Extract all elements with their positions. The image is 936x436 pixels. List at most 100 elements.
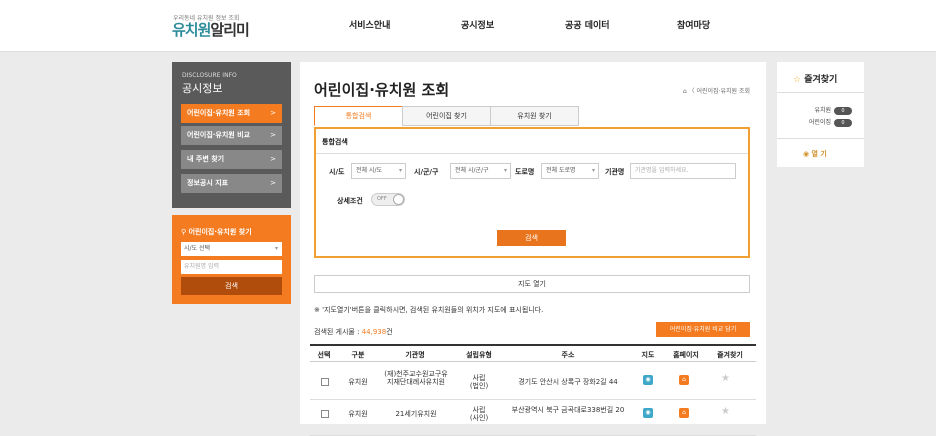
divider	[777, 138, 864, 139]
detail-condition-label: 상세조건	[337, 197, 363, 205]
home-icon[interactable]: ⌂	[679, 408, 689, 418]
add-compare-button[interactable]: 어린이집·유치원 비교 담기	[656, 322, 750, 337]
favorites-open-button[interactable]: ◉ 열 기	[803, 149, 827, 159]
sidebar-item-search[interactable]: 어린이집·유치원 조회 >	[181, 104, 282, 123]
map-pin-icon[interactable]: ◉	[643, 408, 653, 418]
open-map-button[interactable]: 지도 열기	[314, 275, 750, 293]
th-estab: 설립유형	[466, 351, 492, 359]
th-homepage: 홈페이지	[673, 351, 699, 359]
main-content: 어린이집·유치원 조회 ⌂ 〈 어린이집·유치원 조회 통합검색 어린이집 찾기…	[300, 62, 766, 436]
org-label: 기관명	[605, 168, 625, 176]
road-label: 도로명	[515, 168, 535, 176]
nav-public-data[interactable]: 공공 데이터	[565, 18, 610, 31]
favorite-label: 유치원	[814, 107, 831, 114]
chevron-right-icon: >	[270, 179, 276, 187]
sido-value: 전체 시/도	[356, 167, 383, 174]
sigungu-label: 시/군/구	[414, 168, 439, 176]
sidebar-item-label: 내 주변 찾기	[187, 155, 225, 163]
th-name: 기관명	[405, 351, 425, 359]
sidebar-item-nearby[interactable]: 내 주변 찾기 >	[181, 150, 282, 169]
favorite-label: 어린이집	[808, 119, 831, 126]
favorite-count-badge: 0	[834, 119, 852, 127]
nav-disclosure[interactable]: 공시정보	[461, 18, 494, 31]
row-checkbox[interactable]	[321, 410, 329, 418]
site-header: 우리동네 유치원 정보 조회 유치원알리미 서비스안내 공시정보 공공 데이터 …	[0, 0, 936, 52]
count-suffix: 건	[386, 328, 393, 336]
finder-search-button[interactable]: 검색	[181, 277, 282, 295]
star-icon[interactable]: ★	[721, 406, 730, 417]
chevron-right-icon: >	[270, 109, 276, 117]
nav-participation[interactable]: 참여마당	[677, 18, 710, 31]
road-value: 전체 도로명	[546, 167, 576, 174]
th-type: 구분	[351, 351, 365, 359]
favorite-kindergarten[interactable]: 유치원 0	[814, 105, 852, 115]
th-favorite: 즐겨찾기	[717, 351, 743, 359]
finder-title-text: 어린이집·유치원 찾기	[188, 228, 252, 236]
breadcrumb[interactable]: ⌂ 〈 어린이집·유치원 조회	[683, 86, 750, 95]
tab-integrated-search[interactable]: 통합검색	[314, 106, 403, 126]
row-checkbox[interactable]	[321, 378, 329, 386]
road-select[interactable]: 전체 도로명 ▾	[541, 163, 599, 179]
nav-service-info[interactable]: 서비스안내	[349, 18, 390, 31]
th-map: 지도	[641, 351, 655, 359]
toggle-state: OFF	[377, 196, 387, 202]
favorite-count-badge: 0	[834, 107, 852, 115]
favorites-title-text: 즐겨찾기	[804, 75, 838, 85]
row-estab: 사립 (법인)	[469, 374, 489, 390]
divider	[316, 153, 748, 154]
sido-label: 시/도	[329, 168, 345, 176]
map-note: ※ '지도열기'버튼을 클릭하시면, 검색된 유치원들의 위치가 지도에 표시됩…	[314, 306, 544, 314]
finder-region-value: 시/도 선택	[184, 245, 211, 252]
result-count: 검색된 게시물 : 44,938건	[314, 327, 393, 337]
star-icon[interactable]: ★	[721, 373, 730, 384]
sidebar-item-indicators[interactable]: 정보공시 지표 >	[181, 174, 282, 193]
row-address: 부산광역시 북구 금곡대로338번길 20	[511, 406, 625, 414]
quick-finder: ⚲ 어린이집·유치원 찾기 시/도 선택 ▾ 유치원명 입력 검색	[172, 215, 291, 304]
table-header: 선택 구분 기관명 설립유형 주소 지도 홈페이지 즐겨찾기	[310, 344, 756, 362]
finder-name-input[interactable]: 유치원명 입력	[181, 260, 282, 274]
sidebar-title: 공시정보	[182, 82, 223, 95]
favorite-daycare[interactable]: 어린이집 0	[809, 117, 852, 127]
search-button[interactable]: 검색	[497, 230, 566, 246]
count-prefix: 검색된 게시물 :	[314, 328, 362, 336]
sidebar-item-compare[interactable]: 어린이집·유치원 비교 >	[181, 126, 282, 145]
logo-part-1: 유치원	[172, 21, 211, 39]
sidebar-item-label: 정보공시 지표	[187, 179, 229, 187]
th-address: 주소	[561, 351, 575, 359]
map-pin-icon[interactable]: ◉	[643, 375, 653, 385]
th-select: 선택	[317, 351, 331, 359]
logo-part-2: 알리미	[210, 21, 249, 39]
site-logo[interactable]: 유치원알리미	[172, 19, 250, 40]
home-icon[interactable]: ⌂	[679, 375, 689, 385]
finder-title: ⚲ 어린이집·유치원 찾기	[181, 227, 252, 237]
sidebar-item-label: 어린이집·유치원 비교	[187, 131, 251, 139]
row-type: 유치원	[348, 410, 368, 418]
toggle-knob	[393, 194, 404, 205]
table-row: 유치원 (재)천주교수원교구유지재단대례사유치원 사립 (법인) 경기도 안산시…	[310, 364, 756, 400]
detail-toggle[interactable]: OFF	[371, 193, 405, 206]
org-name-input[interactable]: 기관명을 입력하세요.	[630, 163, 736, 179]
tab-kindergarten-search[interactable]: 유치원 찾기	[490, 106, 579, 126]
table-row: 유치원 21세기유치원 사립 (사인) 부산광역시 북구 금곡대로338번길 2…	[310, 400, 756, 436]
row-type: 유치원	[348, 378, 368, 386]
row-name[interactable]: (재)천주교수원교구유지재단대례사유치원	[382, 370, 450, 386]
tab-daycare-search[interactable]: 어린이집 찾기	[402, 106, 491, 126]
sigungu-value: 전체 시/군/구	[455, 167, 489, 174]
chevron-right-icon: >	[270, 131, 276, 139]
favorites-title: ☆ 즐겨찾기	[793, 72, 837, 85]
chevron-down-icon: ▾	[274, 245, 278, 252]
row-name[interactable]: 21세기유치원	[382, 410, 450, 418]
sido-select[interactable]: 전체 시/도 ▾	[351, 163, 406, 179]
location-pin-icon: ⚲	[181, 228, 189, 236]
chevron-down-icon: ▾	[591, 167, 595, 174]
favorites-panel: ☆ 즐겨찾기 유치원 0 어린이집 0 ◉ 열 기	[777, 62, 864, 167]
star-icon: ☆	[793, 75, 805, 85]
sidebar: DISCLOSURE INFO 공시정보 어린이집·유치원 조회 > 어린이집·유…	[172, 62, 291, 208]
sigungu-select[interactable]: 전체 시/군/구 ▾	[450, 163, 511, 179]
open-label: 열 기	[811, 150, 827, 158]
chevron-down-icon: ▾	[398, 167, 402, 174]
finder-region-select[interactable]: 시/도 선택 ▾	[181, 242, 282, 256]
divider	[777, 92, 864, 93]
count-value: 44,938	[361, 328, 387, 336]
chevron-down-circle-icon: ◉	[803, 150, 812, 158]
